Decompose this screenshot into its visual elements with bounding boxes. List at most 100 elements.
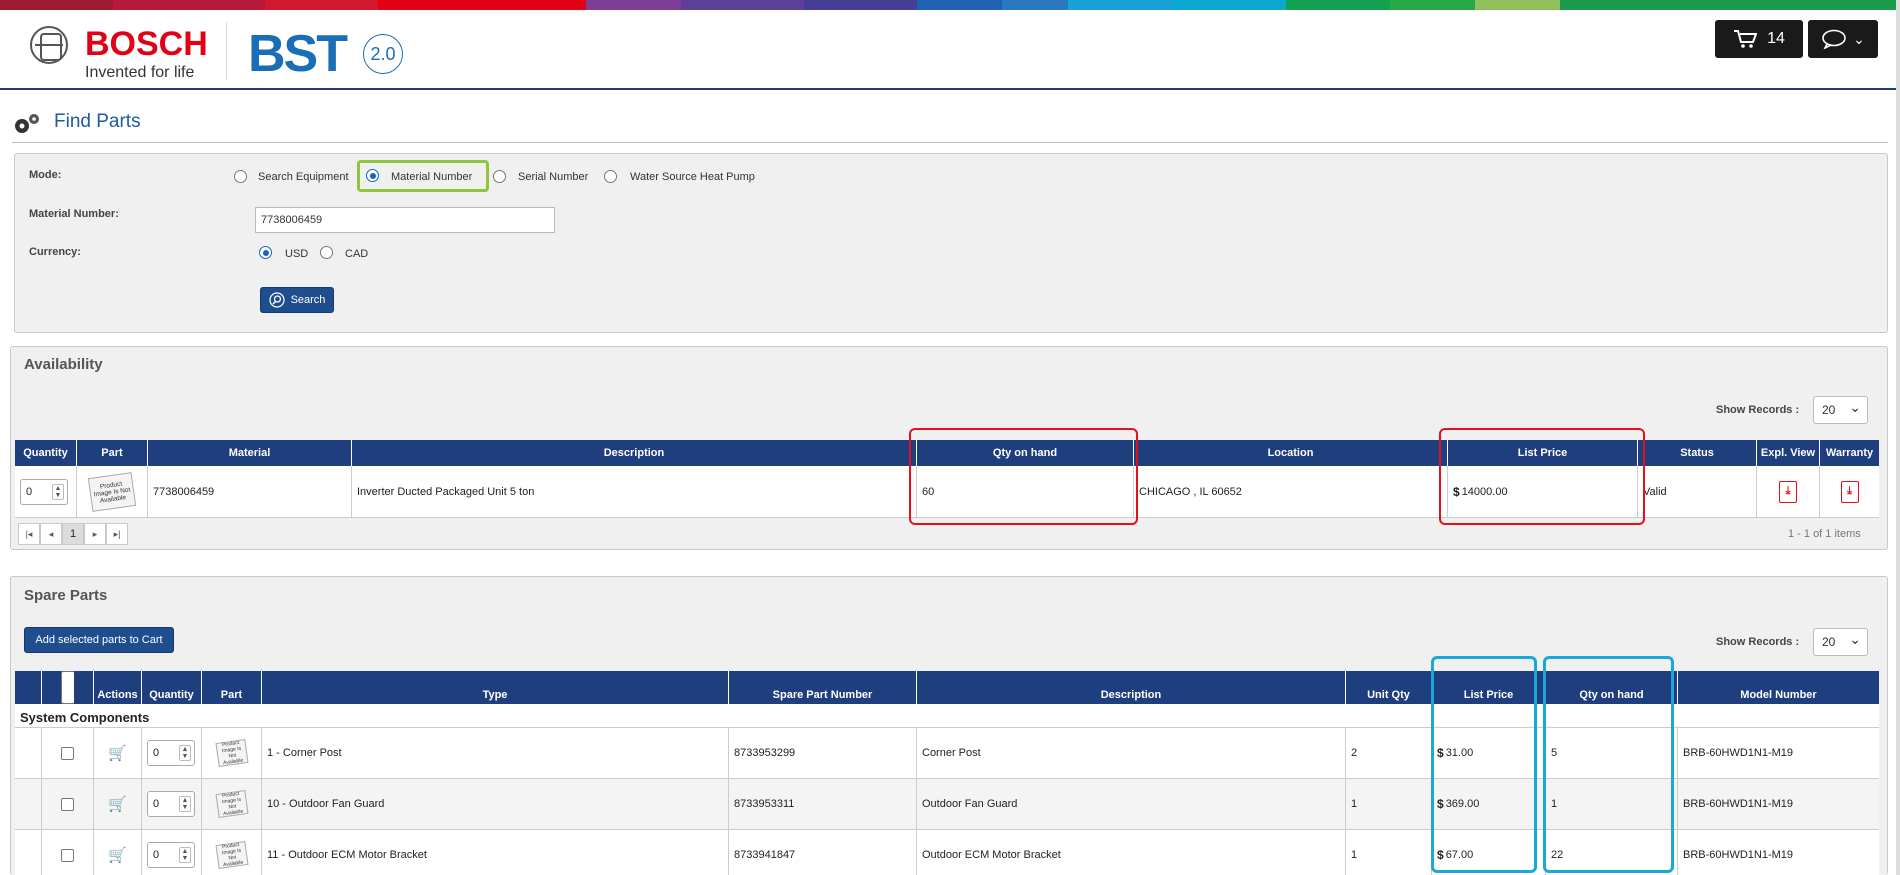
cart-button[interactable]: 14 bbox=[1715, 20, 1803, 58]
availability-show-records-label: Show Records : bbox=[1716, 404, 1800, 416]
spinner-icon[interactable]: ▲ ▼ bbox=[179, 796, 191, 812]
search-button-label: Search bbox=[290, 294, 326, 306]
quantity-stepper[interactable]: 0 ▲ ▼ bbox=[147, 791, 195, 817]
col-location[interactable]: Location bbox=[1134, 440, 1448, 466]
mode-radio-material-number[interactable] bbox=[366, 169, 379, 182]
unit-qty-cell: 1 bbox=[1346, 779, 1432, 829]
col-quantity[interactable]: Quantity bbox=[15, 440, 77, 466]
first-page-icon[interactable]: |◂ bbox=[18, 523, 40, 545]
mode-radio-search-equipment[interactable] bbox=[234, 170, 247, 183]
spare-parts-title: Spare Parts bbox=[24, 587, 108, 604]
header: BOSCH Invented for life BST 2.0 14 ⌄ bbox=[0, 10, 1900, 90]
unit-qty-cell: 1 bbox=[1346, 830, 1432, 875]
spacer-cell bbox=[15, 779, 42, 829]
actions-cell: 🛒 bbox=[94, 728, 142, 778]
quantity-cell: 0 ▲ ▼ bbox=[142, 728, 202, 778]
search-button[interactable]: Search bbox=[260, 287, 334, 313]
select-all-checkbox[interactable] bbox=[61, 671, 74, 704]
availability-pager-info: 1 - 1 of 1 items bbox=[1788, 528, 1861, 540]
next-page-icon[interactable]: ▸ bbox=[84, 523, 106, 545]
availability-title: Availability bbox=[24, 356, 103, 373]
add-selected-to-cart-button[interactable]: Add selected parts to Cart bbox=[24, 627, 174, 653]
col-unit-qty[interactable]: Unit Qty bbox=[1346, 671, 1432, 704]
quantity-value: 0 bbox=[153, 747, 160, 759]
last-page-icon[interactable]: ▸| bbox=[106, 523, 128, 545]
col-part[interactable]: Part bbox=[77, 440, 148, 466]
mode-radio-serial-number[interactable] bbox=[493, 170, 506, 183]
title-divider bbox=[12, 142, 1888, 143]
scrollbar-track[interactable] bbox=[1896, 0, 1900, 875]
product-image-placeholder[interactable]: Product Image Is Not Available bbox=[214, 739, 249, 767]
currency-label: Currency: bbox=[29, 246, 81, 258]
row-checkbox[interactable] bbox=[61, 848, 74, 862]
type-cell: 1 - Corner Post bbox=[262, 728, 729, 778]
material-number-input[interactable]: 7738006459 bbox=[255, 207, 555, 233]
spare-parts-page-size-select[interactable]: 20 bbox=[1813, 628, 1868, 656]
row-checkbox[interactable] bbox=[61, 797, 74, 811]
col-material[interactable]: Material bbox=[148, 440, 352, 466]
description-cell: Outdoor ECM Motor Bracket bbox=[917, 830, 1346, 875]
select-cell bbox=[42, 728, 94, 778]
model-number-cell: BRB-60HWD1N1-M19 bbox=[1683, 849, 1794, 861]
select-cell bbox=[42, 830, 94, 875]
quantity-stepper[interactable]: 0 ▲ ▼ bbox=[20, 478, 68, 505]
col-quantity[interactable]: Quantity bbox=[142, 671, 202, 704]
qty-on-hand-highlight bbox=[909, 428, 1138, 525]
prev-page-icon[interactable]: ◂ bbox=[40, 523, 62, 545]
spinner-icon[interactable]: ▲ ▼ bbox=[179, 847, 191, 863]
unit-qty-cell: 2 bbox=[1346, 728, 1432, 778]
pdf-icon[interactable]: ⤓ bbox=[1779, 480, 1797, 503]
product-image-placeholder[interactable]: Product Image Is Not Available bbox=[214, 841, 249, 869]
quantity-cell: 0 ▲ ▼ bbox=[142, 779, 202, 829]
quantity-value: 0 bbox=[153, 798, 160, 810]
expl-view-cell: ⤓ bbox=[1757, 466, 1820, 517]
material-cell: 7738006459 bbox=[148, 466, 352, 517]
spare-part-number-cell: 8733941847 bbox=[729, 830, 917, 875]
col-status[interactable]: Status bbox=[1638, 440, 1757, 466]
quantity-stepper[interactable]: 0 ▲ ▼ bbox=[147, 842, 195, 868]
type-cell: 10 - Outdoor Fan Guard bbox=[262, 779, 729, 829]
col-model-number[interactable]: Model Number bbox=[1678, 671, 1879, 704]
col-description[interactable]: Description bbox=[917, 671, 1346, 704]
add-to-cart-icon[interactable]: 🛒 bbox=[108, 744, 127, 762]
col-expl-view[interactable]: Expl. View bbox=[1757, 440, 1820, 466]
row-checkbox[interactable] bbox=[61, 746, 74, 760]
part-cell: Product Image Is Not Available bbox=[202, 830, 262, 875]
add-to-cart-icon[interactable]: 🛒 bbox=[108, 795, 127, 813]
product-image-placeholder[interactable]: Product Image Is Not Available bbox=[214, 790, 249, 818]
app-logo: BST bbox=[248, 25, 348, 83]
page-number[interactable]: 1 bbox=[62, 523, 84, 545]
mode-label-serial-number: Serial Number bbox=[518, 171, 589, 183]
chat-menu-button[interactable]: ⌄ bbox=[1808, 20, 1878, 58]
description-cell: Corner Post bbox=[917, 728, 1346, 778]
shopping-cart-icon bbox=[1734, 30, 1758, 48]
part-cell: Product Image Is Not Available bbox=[202, 728, 262, 778]
col-spacer bbox=[15, 671, 42, 704]
col-type[interactable]: Type bbox=[262, 671, 729, 704]
col-warranty[interactable]: Warranty bbox=[1820, 440, 1879, 466]
model-number-cell: BRB-60HWD1N1-M19 bbox=[1683, 747, 1794, 759]
page: BOSCH Invented for life BST 2.0 14 ⌄ Fin… bbox=[0, 0, 1900, 875]
col-select-all bbox=[42, 671, 94, 704]
availability-pager: |◂ ◂ 1 ▸ ▸| bbox=[18, 523, 128, 545]
quantity-cell: 0 ▲ ▼ bbox=[142, 830, 202, 875]
brand-name: BOSCH bbox=[85, 25, 208, 63]
mode-radio-water-source-heat-pump[interactable] bbox=[604, 170, 617, 183]
col-spare-part-number[interactable]: Spare Part Number bbox=[729, 671, 917, 704]
col-actions[interactable]: Actions bbox=[94, 671, 142, 704]
model-number-cell: BRB-60HWD1N1-M19 bbox=[1683, 798, 1794, 810]
col-part[interactable]: Part bbox=[202, 671, 262, 704]
availability-page-size-select[interactable]: 20 bbox=[1813, 396, 1868, 424]
description-cell: Outdoor Fan Guard bbox=[917, 779, 1346, 829]
spinner-icon[interactable]: ▲ ▼ bbox=[52, 483, 64, 500]
add-to-cart-icon[interactable]: 🛒 bbox=[108, 846, 127, 864]
spinner-icon[interactable]: ▲ ▼ bbox=[179, 745, 191, 761]
pdf-icon[interactable]: ⤓ bbox=[1840, 480, 1859, 503]
col-description[interactable]: Description bbox=[352, 440, 917, 466]
quantity-stepper[interactable]: 0 ▲ ▼ bbox=[147, 740, 195, 766]
product-image-placeholder[interactable]: Product Image Is Not Available bbox=[87, 471, 137, 512]
currency-radio-cad[interactable] bbox=[320, 246, 333, 259]
list-price-highlight bbox=[1439, 428, 1645, 525]
currency-radio-usd[interactable] bbox=[259, 246, 272, 259]
brand-color-strip bbox=[0, 0, 1900, 10]
